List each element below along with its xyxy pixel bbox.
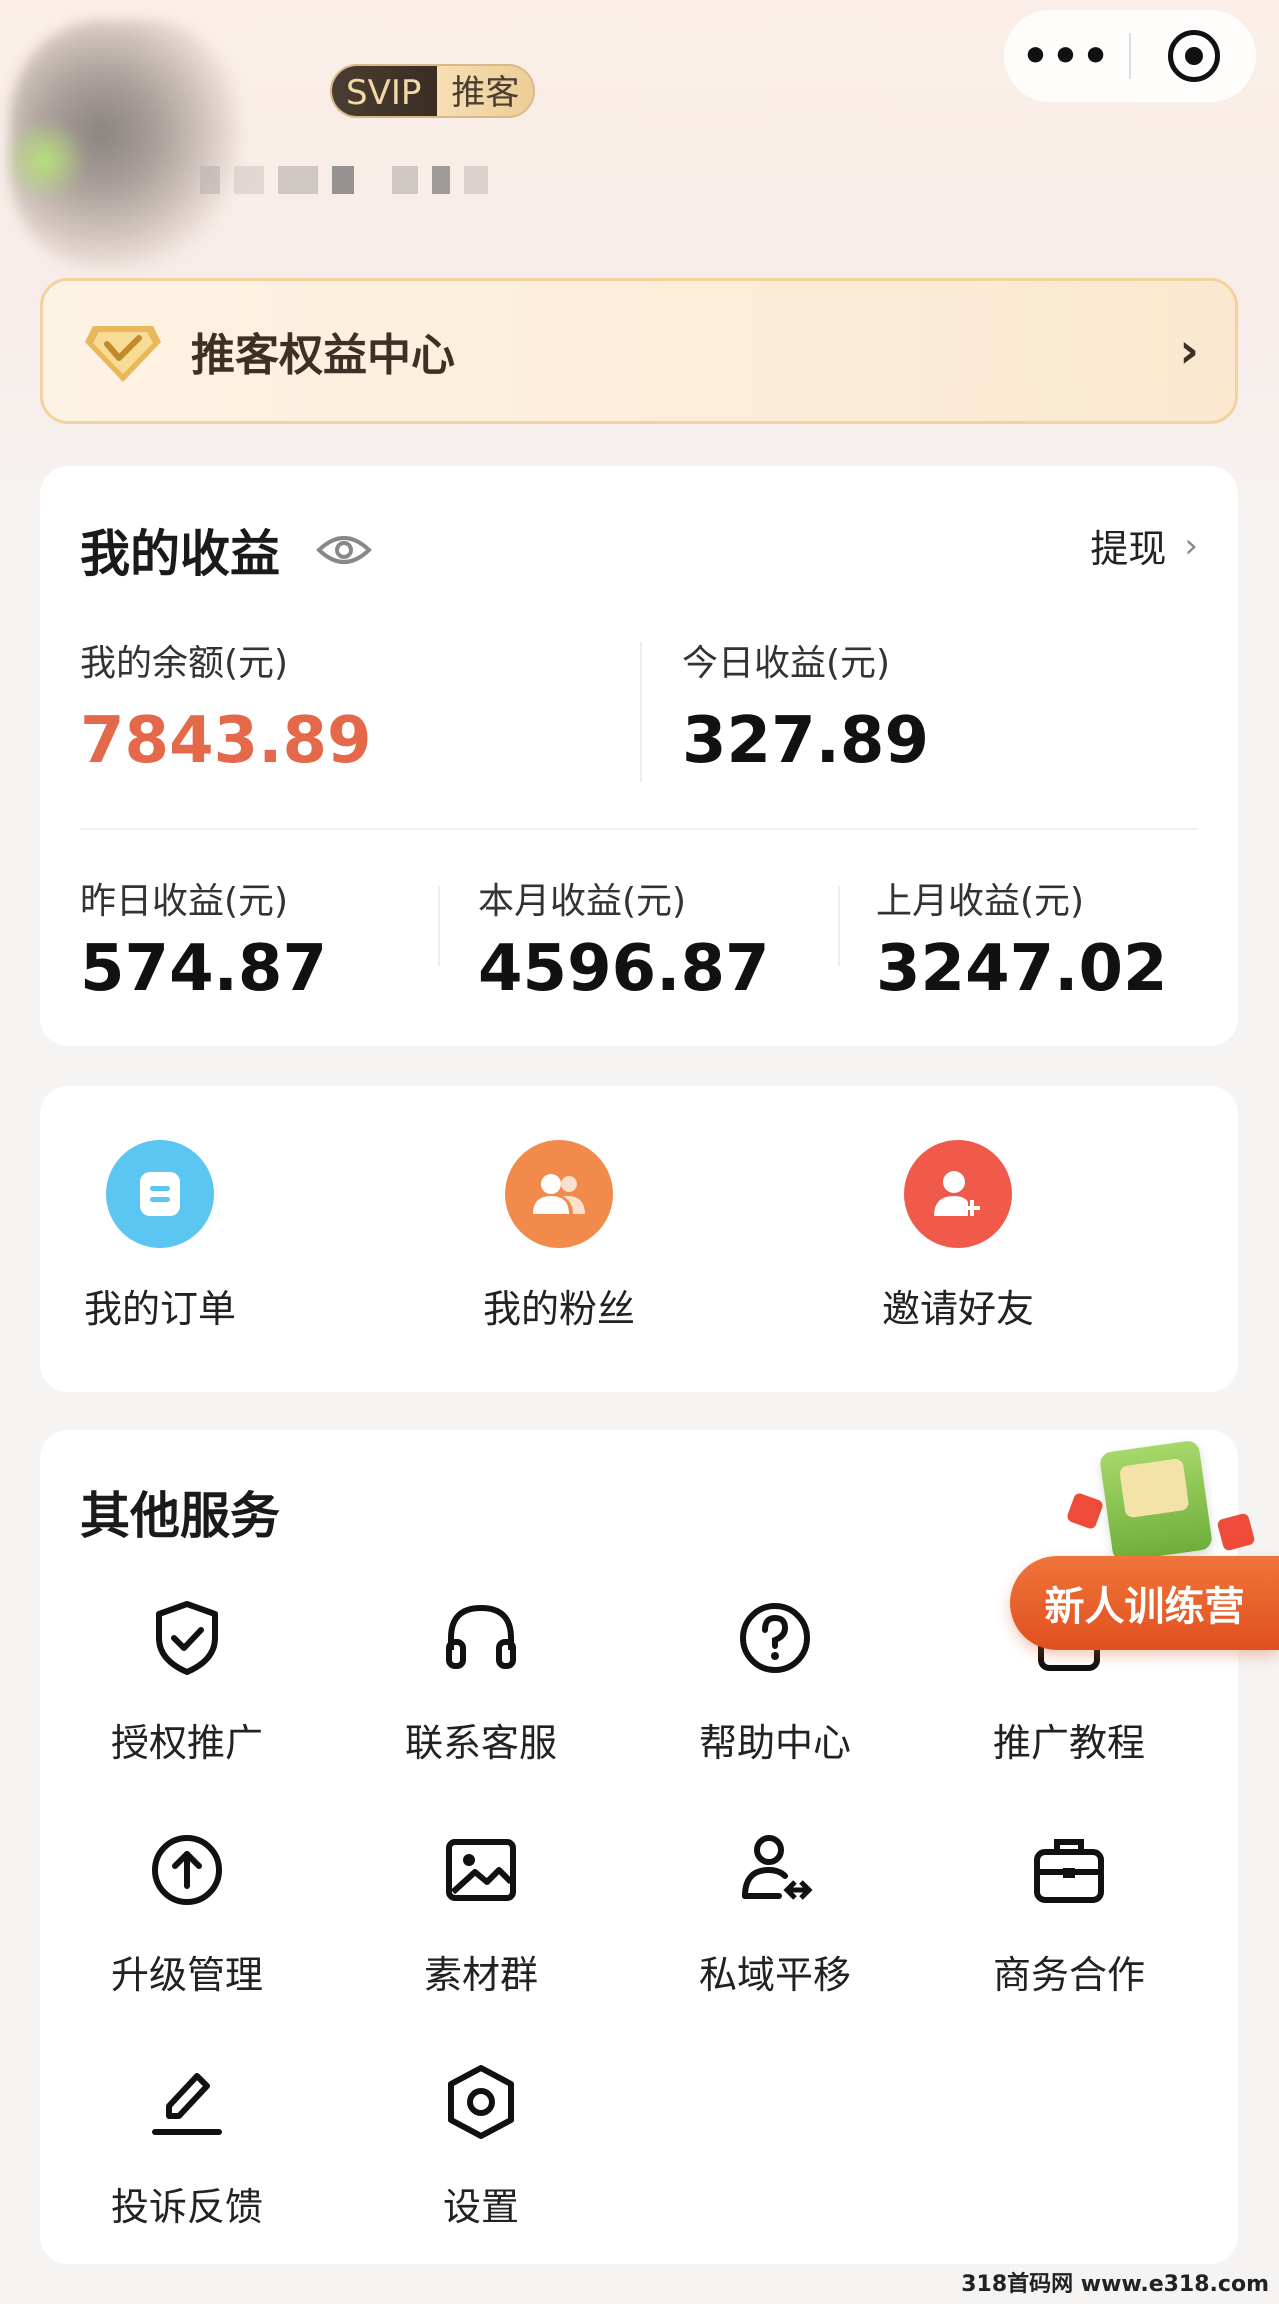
order-icon [106, 1140, 214, 1248]
diamond-icon [85, 326, 161, 382]
chevron-right-icon: › [1184, 525, 1198, 566]
balance-value: 7843.89 [80, 704, 372, 778]
eye-icon[interactable] [316, 532, 372, 568]
more-dots-icon[interactable]: ••• [1004, 31, 1129, 82]
service-label: 商务合作 [992, 1953, 1145, 1997]
today-label: 今日收益(元) [682, 643, 891, 684]
withdraw-link[interactable]: 提现 › [1090, 518, 1198, 573]
newcomer-camp-label: 新人训练营 [1010, 1556, 1279, 1650]
last-month-label: 上月收益(元) [876, 881, 1085, 922]
invite-friend-icon [904, 1140, 1012, 1248]
briefcase-icon [1034, 1839, 1104, 1903]
service-label: 投诉反馈 [110, 2185, 263, 2229]
divider [838, 886, 840, 966]
balance-label: 我的余额(元) [80, 643, 289, 684]
today-value: 327.89 [682, 704, 929, 778]
rights-center-title: 推客权益中心 [191, 330, 455, 381]
mini-program-capsule: ••• [1004, 10, 1256, 102]
book-icon [1098, 1439, 1214, 1563]
earnings-card: 我的收益 提现 › 我的余额(元) 7843.89 今日收益(元) 327.89… [40, 466, 1238, 1046]
service-label: 升级管理 [110, 1953, 263, 1997]
service-label: 设置 [442, 2185, 519, 2229]
service-label: 素材群 [423, 1953, 538, 1997]
withdraw-label: 提现 [1090, 527, 1167, 571]
divider [438, 886, 440, 966]
target-circle-icon[interactable] [1131, 30, 1256, 82]
service-business-cooperation[interactable]: 商务合作 [922, 1830, 1216, 1999]
user-transfer-icon [742, 1835, 813, 1900]
pen-icon [152, 2073, 222, 2135]
service-complaint-feedback[interactable]: 投诉反馈 [40, 2062, 334, 2231]
divider [640, 642, 642, 782]
yesterday-label: 昨日收益(元) [80, 881, 289, 922]
role-label: 推客 [437, 66, 534, 116]
yesterday-value: 574.87 [80, 932, 327, 1006]
month-value: 4596.87 [478, 932, 770, 1006]
service-settings[interactable]: 设置 [334, 2062, 628, 2231]
divider [80, 828, 1198, 830]
service-label: 联系客服 [404, 1721, 557, 1765]
image-icon [446, 1839, 516, 1901]
services-title: 其他服务 [80, 1487, 280, 1545]
user-name-blurred [200, 160, 560, 200]
quick-action-label: 邀请好友 [881, 1287, 1034, 1331]
upgrade-arrow-icon [152, 1835, 222, 1905]
earnings-title: 我的收益 [80, 525, 280, 583]
last-month-value: 3247.02 [876, 932, 1168, 1006]
quick-action-orders[interactable]: 我的订单 [40, 1140, 280, 1333]
shield-check-icon [156, 1601, 218, 1675]
rights-center-banner[interactable]: 推客权益中心 › [40, 278, 1238, 424]
quick-action-fans[interactable]: 我的粉丝 [439, 1140, 679, 1333]
quick-action-invite[interactable]: 邀请好友 [838, 1140, 1078, 1333]
service-label: 授权推广 [110, 1721, 263, 1765]
chevron-right-icon: › [1179, 323, 1199, 379]
service-contact-support[interactable]: 联系客服 [334, 1598, 628, 1767]
quick-action-label: 我的订单 [83, 1287, 236, 1331]
service-help-center[interactable]: 帮助中心 [628, 1598, 922, 1767]
newcomer-camp-float[interactable]: 新人训练营 [1010, 1439, 1279, 1656]
watermark: 318首码网 www.e318.com [961, 2272, 1269, 2297]
month-label: 本月收益(元) [478, 881, 687, 922]
settings-hexagon-icon [448, 2065, 514, 2139]
service-label: 推广教程 [992, 1721, 1145, 1765]
quick-action-label: 我的粉丝 [482, 1287, 635, 1331]
red-envelope-icon [1216, 1512, 1256, 1552]
service-label: 帮助中心 [698, 1721, 851, 1765]
svip-badge: SVIP 推客 [330, 64, 536, 118]
service-private-domain-transfer[interactable]: 私域平移 [628, 1830, 922, 1999]
service-authorize-promotion[interactable]: 授权推广 [40, 1598, 334, 1767]
quick-actions-card: 我的订单 我的粉丝 邀请好友 [40, 1086, 1238, 1392]
service-label: 私域平移 [698, 1953, 851, 1997]
help-circle-icon [740, 1603, 810, 1673]
red-envelope-icon [1065, 1491, 1105, 1531]
headset-icon [446, 1604, 516, 1669]
fans-icon [505, 1140, 613, 1248]
svip-label: SVIP [332, 66, 438, 116]
service-upgrade-management[interactable]: 升级管理 [40, 1830, 334, 1999]
service-material-group[interactable]: 素材群 [334, 1830, 628, 1999]
avatar-accent [0, 120, 90, 200]
